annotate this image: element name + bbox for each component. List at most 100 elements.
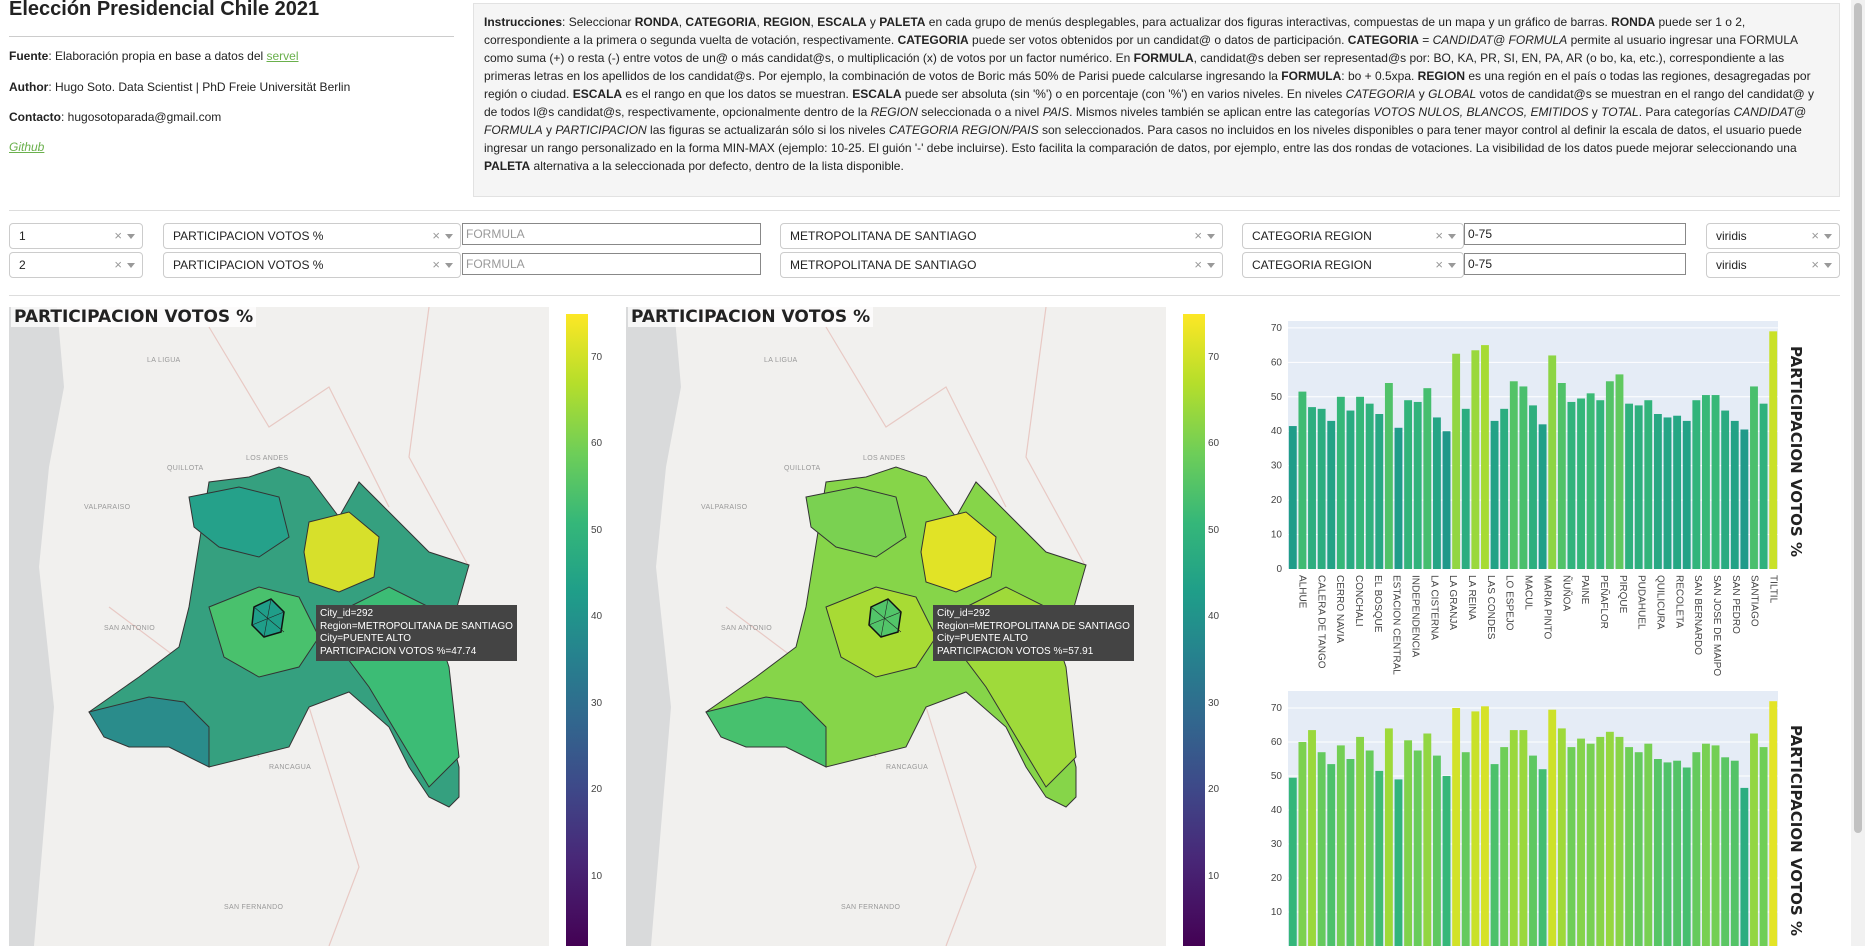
bar[interactable] — [1529, 405, 1537, 569]
escala-select-1[interactable]: CATEGORIA REGION × — [1242, 223, 1464, 249]
paleta-select-1[interactable]: viridis × — [1706, 223, 1840, 249]
bar[interactable] — [1538, 424, 1547, 569]
bar[interactable] — [1327, 420, 1336, 569]
paleta-select-2[interactable]: viridis × — [1706, 252, 1840, 278]
bar[interactable] — [1653, 414, 1662, 569]
bar[interactable] — [1394, 427, 1403, 569]
bar[interactable] — [1567, 747, 1576, 946]
bar[interactable] — [1346, 410, 1355, 569]
bar[interactable] — [1769, 701, 1778, 946]
bar[interactable] — [1596, 400, 1605, 569]
categoria-select-1[interactable]: PARTICIPACION VOTOS % × — [163, 223, 461, 249]
formula-input-2[interactable]: FORMULA — [462, 253, 761, 275]
bar[interactable] — [1481, 706, 1489, 946]
region-select-2[interactable]: METROPOLITANA DE SANTIAGO × — [780, 252, 1223, 278]
bar[interactable] — [1692, 400, 1701, 569]
bar[interactable] — [1481, 345, 1489, 569]
bar[interactable] — [1711, 395, 1720, 569]
clear-x-icon[interactable]: × — [1435, 253, 1443, 277]
bar[interactable] — [1375, 770, 1384, 946]
bar[interactable] — [1356, 396, 1364, 569]
bar[interactable] — [1663, 417, 1672, 569]
bar[interactable] — [1605, 731, 1614, 946]
clear-x-icon[interactable]: × — [114, 224, 122, 248]
bar[interactable] — [1490, 764, 1499, 946]
bar[interactable] — [1548, 709, 1557, 946]
bar[interactable] — [1567, 401, 1576, 569]
bar[interactable] — [1298, 742, 1307, 946]
bar[interactable] — [1519, 386, 1528, 569]
bar[interactable] — [1711, 745, 1720, 946]
clear-x-icon[interactable]: × — [1194, 253, 1202, 277]
bar[interactable] — [1673, 760, 1682, 946]
bar[interactable] — [1577, 398, 1585, 570]
bar[interactable] — [1500, 747, 1509, 946]
chevron-down-icon[interactable] — [127, 234, 135, 239]
bar[interactable] — [1692, 752, 1701, 946]
bar[interactable] — [1432, 417, 1441, 569]
bar[interactable] — [1317, 752, 1326, 946]
bar[interactable] — [1317, 408, 1326, 569]
bar[interactable] — [1461, 752, 1470, 946]
bar[interactable] — [1375, 414, 1384, 569]
bar[interactable] — [1596, 736, 1605, 946]
bar[interactable] — [1432, 755, 1441, 946]
ronda-select-2[interactable]: 2 × — [9, 252, 143, 278]
bar[interactable] — [1404, 740, 1413, 946]
region-select-1[interactable]: METROPOLITANA DE SANTIAGO × — [780, 223, 1223, 249]
bar[interactable] — [1759, 403, 1768, 569]
bar[interactable] — [1615, 736, 1624, 946]
bar[interactable] — [1500, 408, 1509, 569]
bar[interactable] — [1634, 405, 1643, 569]
bar[interactable] — [1702, 395, 1710, 569]
bar[interactable] — [1557, 383, 1566, 569]
bar[interactable] — [1461, 408, 1470, 569]
bar[interactable] — [1423, 733, 1432, 946]
bar[interactable] — [1413, 401, 1422, 569]
bar[interactable] — [1509, 730, 1518, 946]
clear-x-icon[interactable]: × — [432, 253, 440, 277]
bar-chart-round-1[interactable]: 0 10 20 30 40 50 60 70 ALHUE CALERA DE TANGO CERRO… — [1250, 307, 1790, 687]
chevron-down-icon[interactable] — [445, 263, 453, 268]
bar[interactable] — [1548, 355, 1557, 569]
bar[interactable] — [1673, 415, 1682, 569]
bar[interactable] — [1529, 755, 1537, 946]
categoria-select-2[interactable]: PARTICIPACION VOTOS % × — [163, 252, 461, 278]
bar[interactable] — [1471, 350, 1480, 569]
bar[interactable] — [1586, 743, 1595, 946]
bar[interactable] — [1365, 750, 1374, 946]
clear-x-icon[interactable]: × — [1811, 253, 1819, 277]
bar[interactable] — [1452, 353, 1461, 569]
chevron-down-icon[interactable] — [1207, 263, 1215, 268]
bar[interactable] — [1682, 767, 1691, 946]
bar[interactable] — [1625, 403, 1634, 569]
bar[interactable] — [1721, 757, 1730, 946]
chevron-down-icon[interactable] — [1448, 263, 1456, 268]
bar[interactable] — [1644, 400, 1653, 569]
bar[interactable] — [1298, 391, 1307, 569]
bar[interactable] — [1404, 400, 1413, 569]
bar[interactable] — [1365, 403, 1374, 569]
rango-input-1[interactable]: 0-75 — [1464, 223, 1686, 245]
map-round-1[interactable]: LA LIGUA LOS ANDES QUILLOTA VALPARAISO S… — [9, 307, 549, 946]
clear-x-icon[interactable]: × — [1194, 224, 1202, 248]
bar[interactable] — [1442, 776, 1451, 946]
bar[interactable] — [1288, 426, 1297, 569]
github-link[interactable]: Github — [9, 140, 44, 154]
rango-input-2[interactable]: 0-75 — [1464, 253, 1686, 275]
bar[interactable] — [1384, 383, 1393, 569]
bar[interactable] — [1452, 708, 1461, 946]
escala-select-2[interactable]: CATEGORIA REGION × — [1242, 252, 1464, 278]
bar[interactable] — [1509, 381, 1518, 569]
bar[interactable] — [1346, 759, 1355, 946]
bar[interactable] — [1384, 728, 1393, 946]
chevron-down-icon[interactable] — [1448, 234, 1456, 239]
bar[interactable] — [1750, 733, 1758, 946]
bar[interactable] — [1634, 752, 1643, 946]
ronda-select-1[interactable]: 1 × — [9, 223, 143, 249]
bar[interactable] — [1288, 777, 1297, 946]
clear-x-icon[interactable]: × — [114, 253, 122, 277]
bar[interactable] — [1625, 747, 1634, 946]
bar[interactable] — [1730, 420, 1739, 569]
bar-chart-round-2[interactable]: 10 20 30 40 50 60 70 — [1250, 685, 1790, 946]
